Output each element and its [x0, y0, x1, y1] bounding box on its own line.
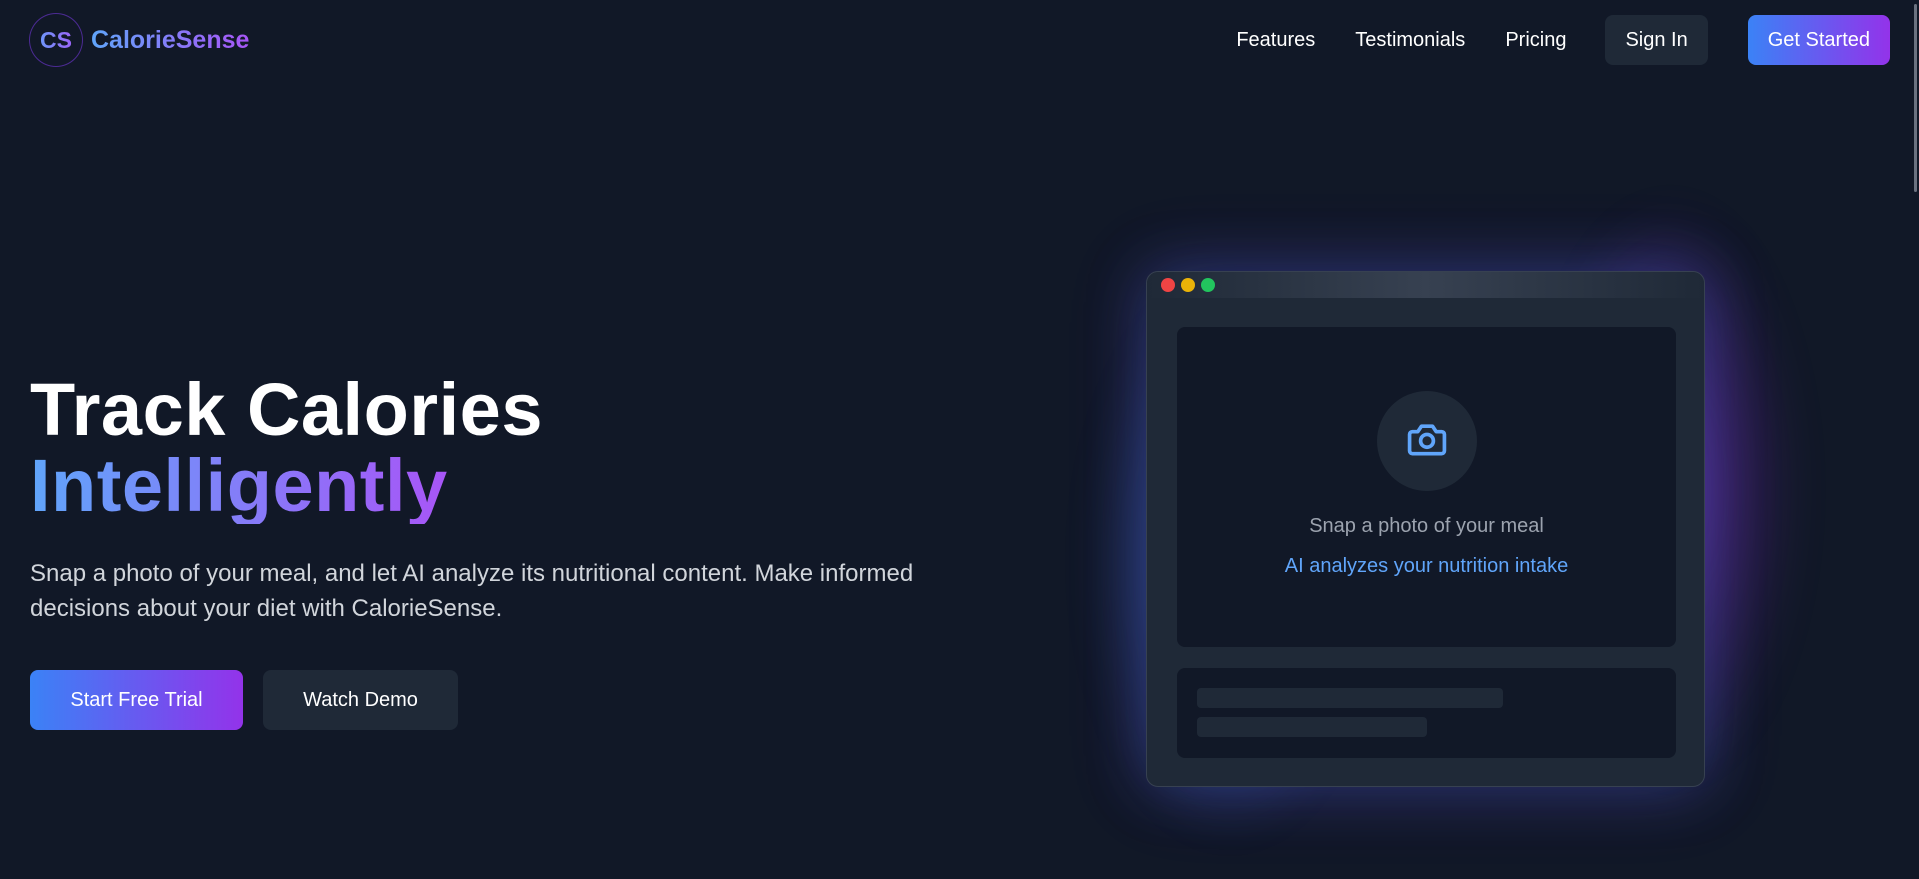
- hero-description: Snap a photo of your meal, and let AI an…: [30, 560, 914, 622]
- ai-analyzes-text: AI analyzes your nutrition intake: [1284, 555, 1569, 577]
- nav-link-testimonials[interactable]: Testimonials: [1355, 29, 1465, 52]
- nav-link-pricing[interactable]: Pricing: [1505, 29, 1566, 52]
- main-nav: Features Testimonials Pricing Sign In Ge…: [1236, 15, 1890, 65]
- nav-link-features[interactable]: Features: [1236, 29, 1315, 52]
- skeleton-line: [1197, 717, 1427, 737]
- skeleton-line: [1197, 688, 1503, 708]
- scrollbar-thumb[interactable]: [1914, 4, 1917, 192]
- start-free-trial-button[interactable]: Start Free Trial: [30, 670, 243, 730]
- hero-title: Track Calories Intelligently: [30, 372, 1010, 524]
- window-close-dot: [1161, 278, 1175, 292]
- get-started-button[interactable]: Get Started: [1747, 15, 1890, 65]
- camera-button[interactable]: [1377, 391, 1477, 491]
- brand-name[interactable]: CalorieSense: [91, 26, 249, 55]
- site-header: CS CalorieSense Features Testimonials Pr…: [0, 0, 1919, 80]
- hero-title-line-2: Intelligently: [30, 444, 448, 527]
- window-maximize-dot: [1201, 278, 1215, 292]
- brand[interactable]: CS CalorieSense: [29, 13, 249, 67]
- snap-photo-text: Snap a photo of your meal: [1309, 515, 1544, 537]
- sign-in-button[interactable]: Sign In: [1605, 15, 1708, 65]
- mockup-upload-area: Snap a photo of your meal AI analyzes yo…: [1177, 327, 1676, 647]
- hero-section: Track Calories Intelligently Snap a phot…: [30, 372, 1010, 730]
- page-scrollbar[interactable]: [1911, 0, 1919, 879]
- mockup-title-bar: [1147, 272, 1704, 298]
- hero-buttons: Start Free Trial Watch Demo: [30, 670, 1010, 730]
- watch-demo-button[interactable]: Watch Demo: [263, 670, 458, 730]
- landing-page: CS CalorieSense Features Testimonials Pr…: [0, 0, 1919, 879]
- camera-icon: [1405, 417, 1449, 466]
- brand-logo[interactable]: CS: [29, 13, 83, 67]
- window-minimize-dot: [1181, 278, 1195, 292]
- app-mockup-window: Snap a photo of your meal AI analyzes yo…: [1146, 271, 1705, 787]
- hero-title-line-1: Track Calories: [30, 368, 543, 451]
- mockup-results-panel: [1177, 668, 1676, 758]
